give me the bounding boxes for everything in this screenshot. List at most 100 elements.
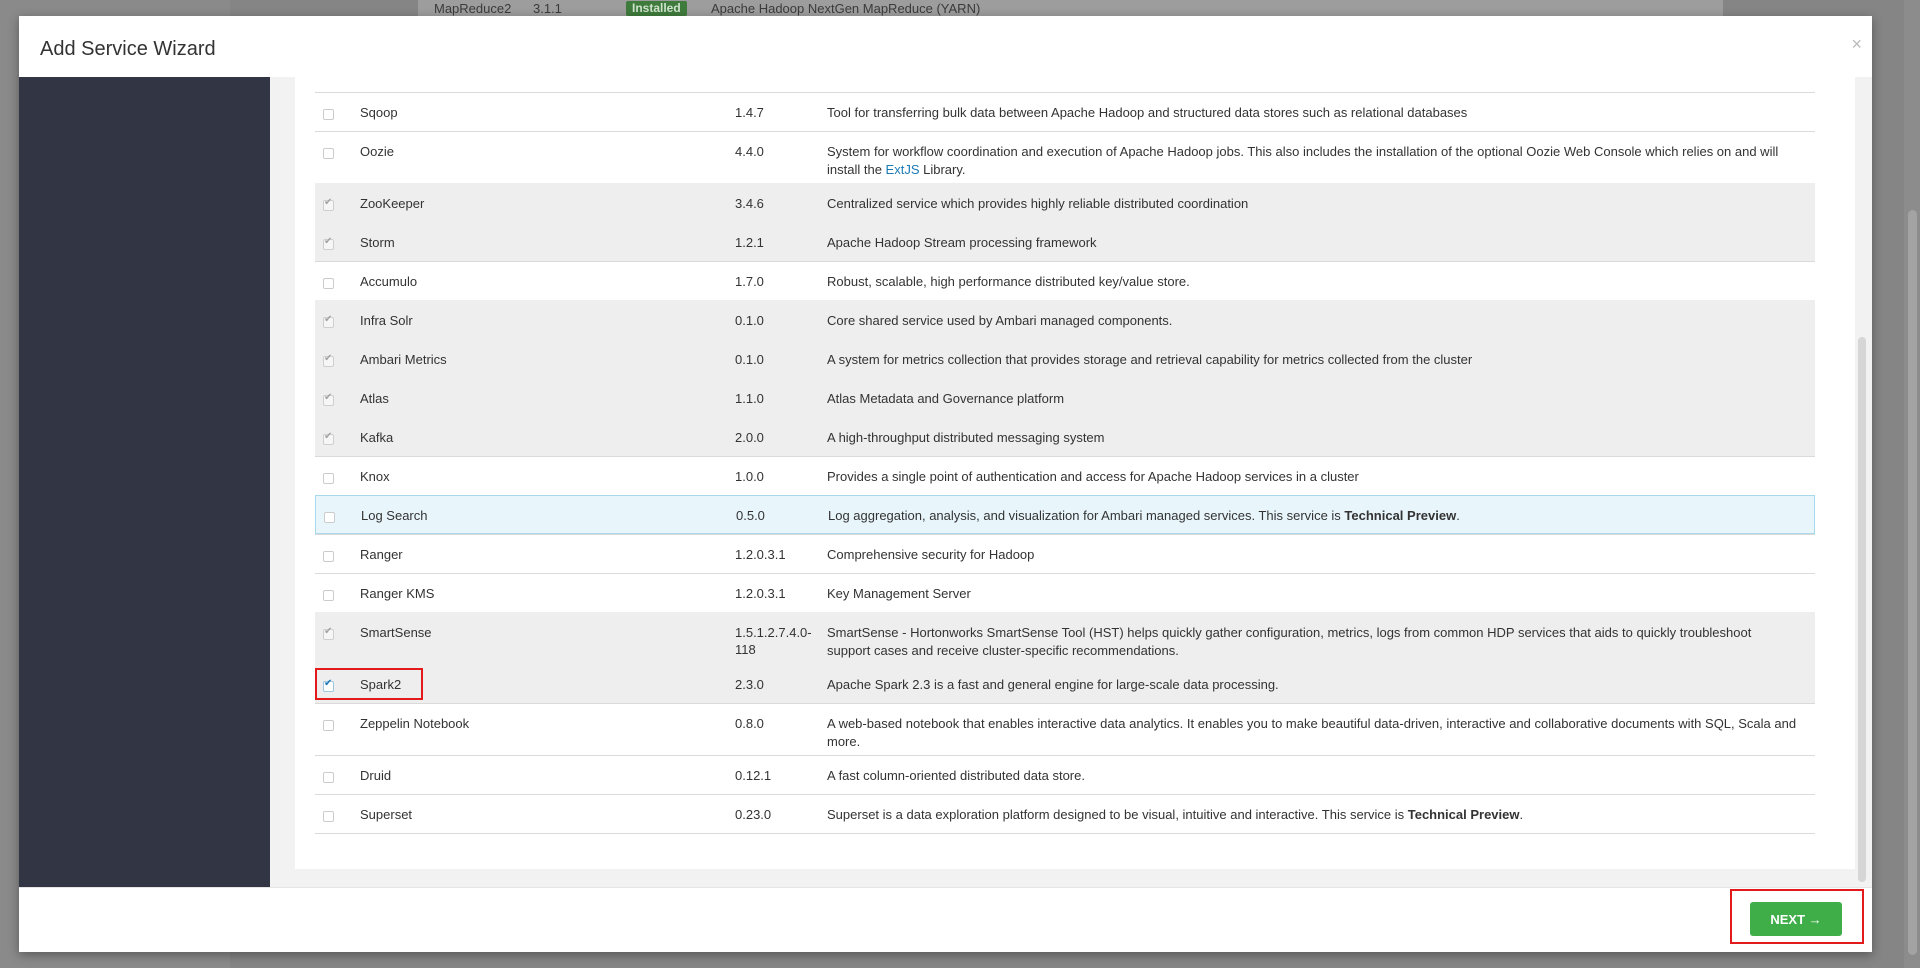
table-row[interactable]: ZooKeeper 3.4.6 Centralized service which … — [315, 183, 1815, 222]
service-name: Superset — [360, 807, 413, 822]
next-button[interactable]: NEXT → — [1750, 902, 1842, 936]
service-version: 1.4.7 — [735, 105, 764, 120]
modal-body: Sqoop 1.4.7 Tool for transferring bulk dat… — [19, 77, 1872, 888]
technical-preview-label: Technical Preview — [1344, 508, 1457, 523]
service-name: Spark2 — [360, 677, 402, 692]
modal-header: Add Service Wizard × — [19, 16, 1872, 77]
service-checkbox[interactable] — [323, 473, 334, 484]
service-name: Oozie — [360, 144, 394, 159]
choose-services-panel: Sqoop 1.4.7 Tool for transferring bulk dat… — [295, 77, 1855, 869]
service-name: Sqoop — [360, 105, 398, 120]
description-text-end: Library. — [919, 162, 966, 177]
table-row[interactable]: Zeppelin Notebook 0.8.0 A web-based notebo… — [315, 703, 1815, 755]
service-name: Infra Solr — [360, 313, 413, 328]
service-name: Knox — [360, 469, 390, 484]
background-service-name: MapReduce2 — [434, 0, 512, 16]
service-checkbox[interactable] — [323, 626, 334, 640]
service-checkbox[interactable] — [323, 109, 334, 120]
modal-scrollbar[interactable] — [1858, 77, 1866, 888]
service-version: 1.2.0.3.1 — [735, 586, 786, 601]
table-row[interactable]: Druid 0.12.1 A fast column-oriented distri… — [315, 755, 1815, 794]
table-row[interactable]: Sqoop 1.4.7 Tool for transferring bulk dat… — [315, 92, 1815, 131]
page-scrollbar-thumb[interactable] — [1908, 210, 1917, 955]
page-scrollbar[interactable] — [1904, 0, 1920, 968]
service-name: ZooKeeper — [360, 196, 425, 211]
service-version: 1.2.1 — [735, 235, 764, 250]
table-row[interactable]: SmartSense 1.5.1.2.7.4.0-118 SmartSense - … — [315, 612, 1815, 664]
service-checkbox[interactable] — [323, 772, 334, 783]
table-row[interactable]: Log Search 0.5.0 Log aggregation, analysis… — [315, 495, 1815, 534]
extjs-link[interactable]: ExtJS — [886, 162, 920, 177]
service-name: Ambari Metrics — [360, 352, 447, 367]
table-row[interactable]: Storm 1.2.1 Apache Hadoop Stream processin… — [315, 222, 1815, 261]
table-row[interactable]: Accumulo 1.7.0 Robust, scalable, high perf… — [315, 261, 1815, 300]
service-checkbox[interactable] — [323, 148, 334, 159]
service-description: Log aggregation, analysis, and visualiza… — [828, 507, 1798, 525]
background-table — [418, 0, 1723, 16]
installed-badge: Installed — [626, 0, 687, 16]
service-description: A fast column-oriented distributed data … — [827, 768, 1085, 783]
service-checkbox[interactable] — [323, 392, 334, 406]
wizard-steps-sidebar — [19, 77, 270, 888]
table-row[interactable]: Ambari Metrics 0.1.0 A system for metrics … — [315, 339, 1815, 378]
table-row[interactable]: Kafka 2.0.0 A high-throughput distributed … — [315, 417, 1815, 456]
service-checkbox[interactable] — [323, 236, 334, 250]
service-checkbox[interactable] — [323, 278, 334, 289]
service-description: Apache Hadoop Stream processing framewor… — [827, 235, 1097, 250]
background-service-description: Apache Hadoop NextGen MapReduce (YARN) — [711, 0, 981, 16]
table-row-partial — [315, 77, 1815, 92]
service-description: Comprehensive security for Hadoop — [827, 547, 1035, 562]
service-name: Kafka — [360, 430, 394, 445]
service-version: 0.1.0 — [735, 313, 764, 328]
description-text: System for workflow coordination and exe… — [827, 144, 1779, 177]
table-row[interactable]: Ranger KMS 1.2.0.3.1 Key Management Server — [315, 573, 1815, 612]
table-row[interactable]: Knox 1.0.0 Provides a single point of auth… — [315, 456, 1815, 495]
description-text-end: . — [1456, 508, 1460, 523]
service-description: Apache Spark 2.3 is a fast and general e… — [827, 677, 1279, 692]
service-checkbox[interactable] — [323, 590, 334, 601]
table-row[interactable]: Atlas 1.1.0 Atlas Metadata and Governance … — [315, 378, 1815, 417]
service-version: 2.0.0 — [735, 430, 764, 445]
service-version: 1.5.1.2.7.4.0-118 — [735, 625, 812, 657]
service-name: SmartSense — [360, 625, 432, 640]
modal-title: Add Service Wizard — [40, 38, 216, 60]
service-description: A web-based notebook that enables intera… — [827, 716, 1797, 749]
service-version: 0.1.0 — [735, 352, 764, 367]
service-checkbox[interactable] — [323, 720, 334, 731]
modal-footer: NEXT → — [19, 887, 1872, 952]
service-description: System for workflow coordination and exe… — [827, 143, 1797, 179]
service-checkbox[interactable] — [323, 811, 334, 822]
service-checkbox[interactable] — [324, 512, 335, 523]
description-text: Log aggregation, analysis, and visualiza… — [828, 508, 1345, 523]
table-row[interactable]: Spark2 2.3.0 Apache Spark 2.3 is a fast an… — [315, 664, 1815, 703]
service-name: Ranger KMS — [360, 586, 435, 601]
table-row[interactable]: Ranger 1.2.0.3.1 Comprehensive security fo… — [315, 534, 1815, 573]
service-version: 0.12.1 — [735, 768, 772, 783]
service-version: 3.4.6 — [735, 196, 764, 211]
service-description: Atlas Metadata and Governance platform — [827, 391, 1065, 406]
service-version: 1.7.0 — [735, 274, 764, 289]
service-checkbox[interactable] — [323, 431, 334, 445]
close-icon[interactable]: × — [1851, 34, 1862, 55]
service-checkbox[interactable] — [323, 197, 334, 211]
service-description: Robust, scalable, high performance distr… — [827, 274, 1190, 289]
service-checkbox[interactable] — [323, 353, 334, 367]
technical-preview-label: Technical Preview — [1407, 807, 1520, 822]
modal-scrollbar-thumb[interactable] — [1858, 337, 1866, 882]
service-version: 1.2.0.3.1 — [735, 547, 786, 562]
service-version: 1.0.0 — [735, 469, 764, 484]
service-checkbox[interactable] — [323, 551, 334, 562]
description-text: Superset is a data exploration platform … — [827, 807, 1408, 822]
service-version: 0.8.0 — [735, 716, 764, 731]
table-row[interactable]: Infra Solr 0.1.0 Core shared service used … — [315, 300, 1815, 339]
service-version: 0.23.0 — [735, 807, 772, 822]
description-text-end: . — [1519, 807, 1524, 822]
service-checkbox[interactable] — [323, 314, 334, 328]
service-name: Log Search — [361, 508, 428, 523]
service-description: Centralized service which provides highl… — [827, 196, 1249, 211]
table-row[interactable]: Superset 0.23.0 Superset is a data explora… — [315, 794, 1815, 833]
table-row[interactable]: Oozie 4.4.0 System for workflow coordinati… — [315, 131, 1815, 183]
service-description: Superset is a data exploration platform … — [827, 806, 1797, 824]
service-name: Ranger — [360, 547, 403, 562]
service-version: 2.3.0 — [735, 677, 764, 692]
